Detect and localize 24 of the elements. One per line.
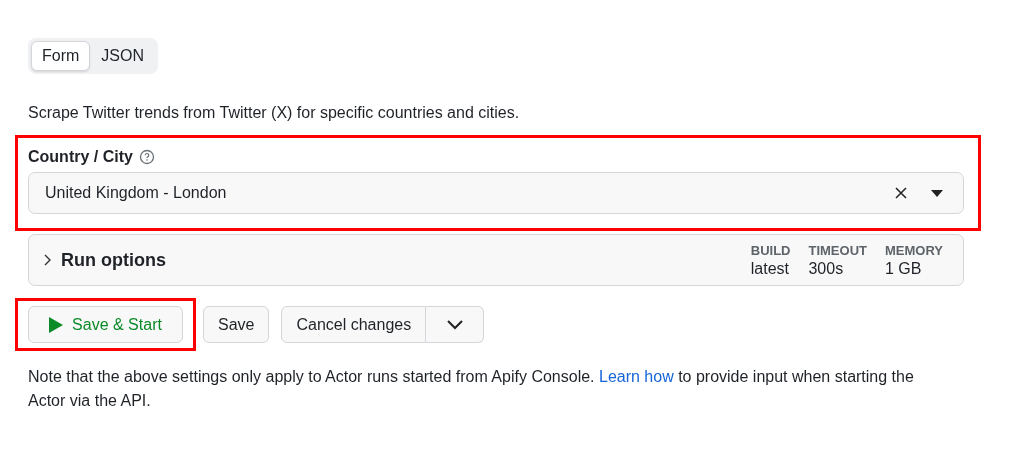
save-button[interactable]: Save (203, 306, 270, 343)
cancel-changes-button[interactable]: Cancel changes (281, 306, 427, 343)
stat-value: latest (750, 259, 790, 278)
field-label: Country / City (28, 148, 133, 166)
run-options-panel[interactable]: Run options BUILD latest TIMEOUT 300s MEMORY 1 GB (28, 234, 964, 286)
stat-label: TIMEOUT (808, 242, 867, 258)
chevron-icon[interactable] (43, 254, 51, 266)
note-text: Note that the above settings only apply to Actor runs started from Apify Console. Learn how to provide input when starting the Actor via the API. (28, 367, 915, 411)
stat-value: 1 GB (884, 259, 923, 278)
clear-icon[interactable] (895, 187, 907, 199)
play-icon (49, 316, 64, 333)
country-select[interactable]: United Kingdom - London (28, 172, 964, 214)
description-text: Scrape Twitter trends from Twitter (X) for specific countries and cities. (28, 104, 520, 121)
tab[interactable]: Form (31, 41, 91, 71)
save-and-start-button[interactable]: Save & Start (28, 306, 183, 343)
help-icon[interactable] (138, 149, 155, 165)
chevron-down-icon (446, 319, 463, 330)
dropdown-caret-icon[interactable] (931, 189, 943, 197)
stat-value: 300s (808, 259, 845, 278)
learn-how-link[interactable]: Learn how (599, 368, 674, 385)
run-options-title: Run options (61, 249, 167, 271)
stat-label: BUILD (750, 242, 791, 258)
stat-label: MEMORY (884, 242, 943, 258)
tab[interactable]: JSON (90, 41, 155, 71)
